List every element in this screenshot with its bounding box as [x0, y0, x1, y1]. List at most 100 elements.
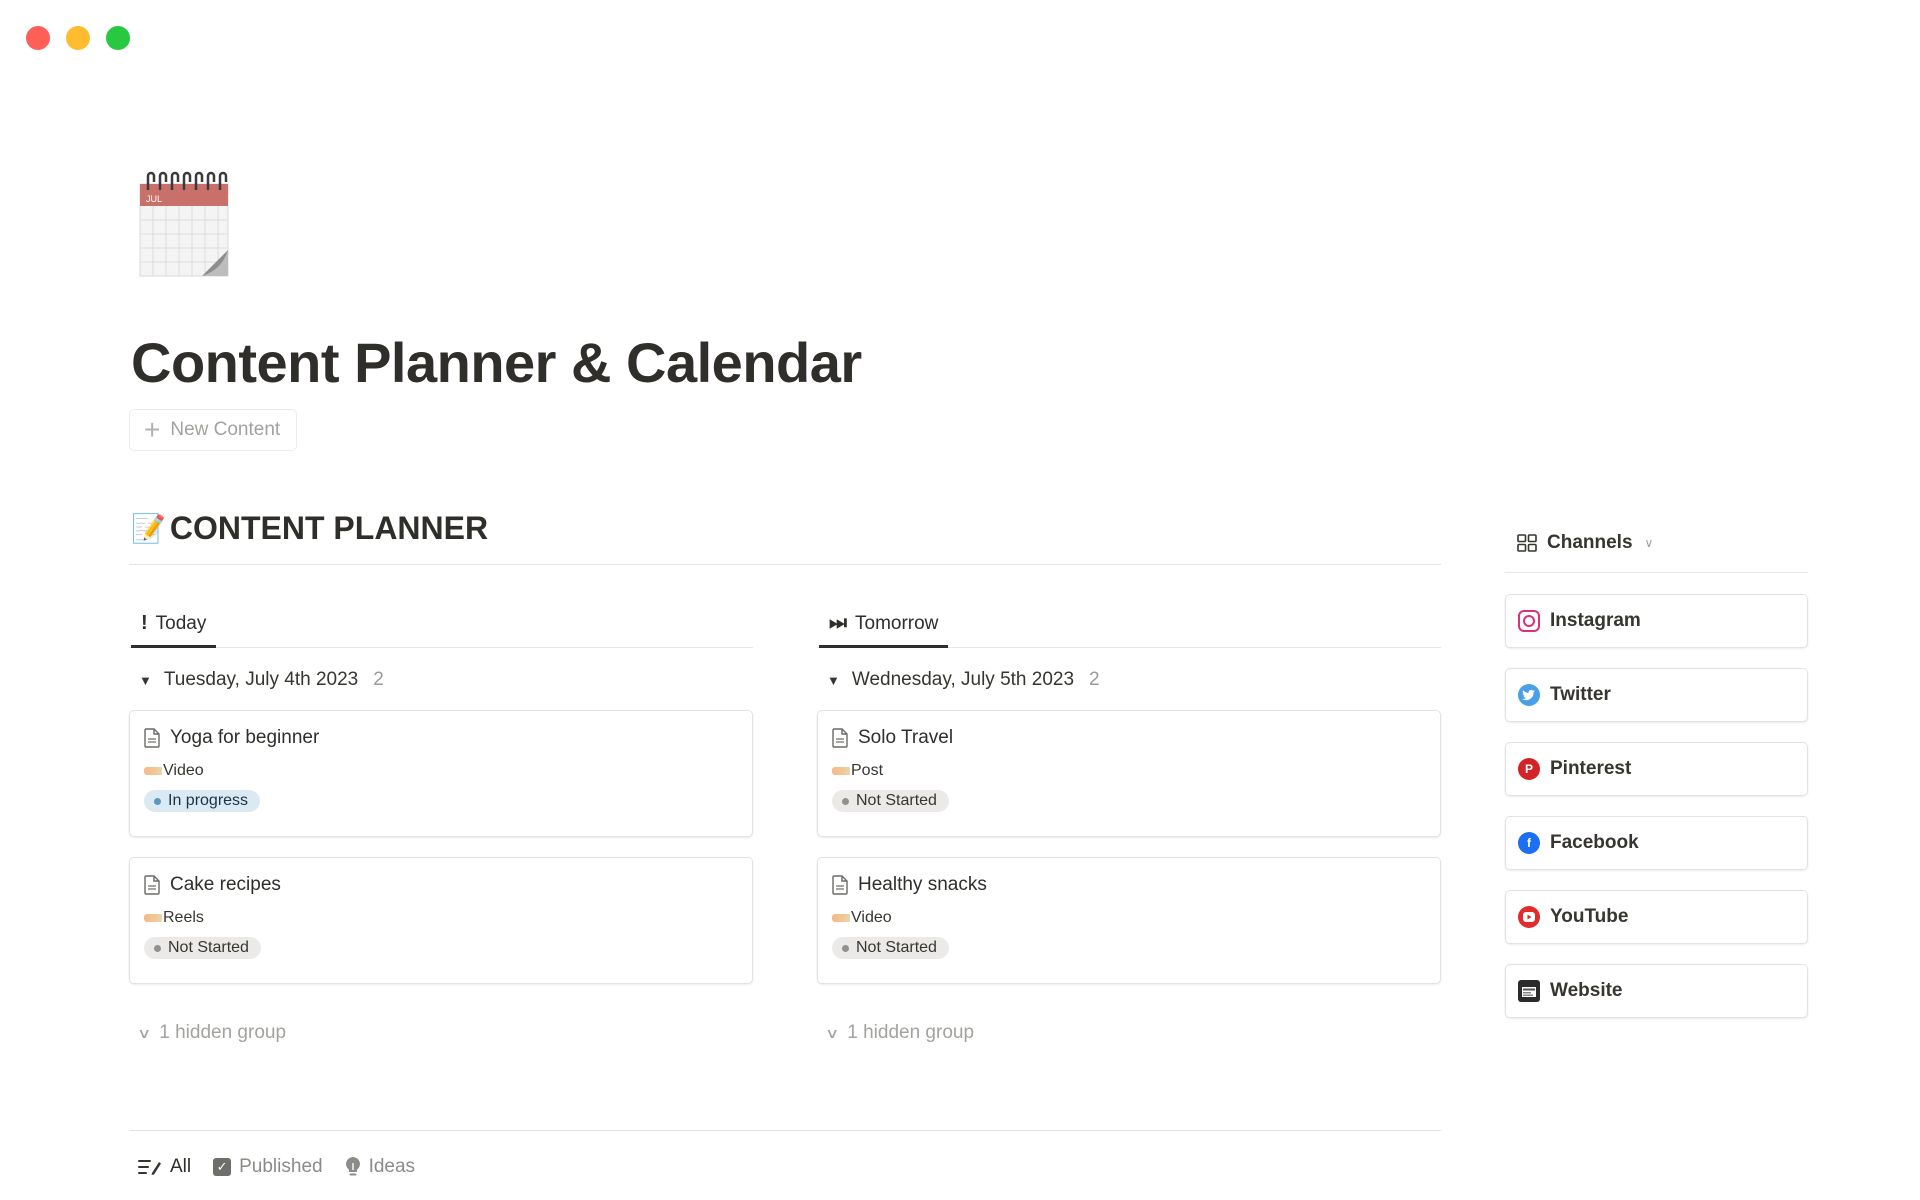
minimize-window-button[interactable]: [66, 26, 90, 50]
status-label: Not Started: [168, 939, 249, 956]
today-board: ! Today ▼ Tuesday, July 4th 2023 2 Yoga …: [129, 602, 753, 1046]
list-edit-icon: [138, 1160, 161, 1175]
tab-label: Ideas: [368, 1156, 416, 1177]
content-card[interactable]: Yoga for beginner Video In progress: [129, 710, 753, 837]
tab-label: All: [170, 1156, 192, 1177]
content-planner-heading-text: CONTENT PLANNER: [169, 510, 489, 546]
content-type: Video: [851, 909, 892, 926]
channel-label: Pinterest: [1550, 758, 1632, 779]
tab-label: Today: [155, 612, 207, 634]
card-title: Healthy snacks: [858, 874, 987, 895]
window-controls: [26, 26, 130, 50]
group-count: 2: [373, 669, 384, 690]
group-count: 2: [1089, 669, 1100, 690]
memo-icon: 📝: [131, 513, 166, 544]
group-date: Wednesday, July 5th 2023: [851, 669, 1075, 690]
channels-gallery: Instagram Twitter P Pinterest f Facebook…: [1505, 594, 1808, 1038]
channels-divider: [1505, 572, 1808, 573]
channel-label: Facebook: [1550, 832, 1639, 853]
hidden-group-toggle[interactable]: ∨ 1 hidden group: [817, 1020, 1441, 1046]
triangle-down-icon[interactable]: ▼: [139, 673, 152, 688]
content-type: Post: [851, 762, 884, 779]
calendar-month-label: JUL: [146, 194, 162, 204]
channel-label: YouTube: [1550, 906, 1629, 927]
new-content-button[interactable]: + New Content: [129, 409, 298, 451]
status-label: In progress: [168, 792, 249, 809]
plus-icon: +: [144, 414, 161, 445]
new-content-label: New Content: [170, 419, 281, 440]
checkbox-icon: ✓: [213, 1158, 232, 1176]
chevron-down-icon: ∨: [1644, 536, 1654, 550]
card-title: Cake recipes: [170, 874, 281, 895]
fast-forward-icon: ⏭: [829, 612, 847, 634]
tomorrow-board: ⏭ Tomorrow ▼ Wednesday, July 5th 2023 2 …: [817, 602, 1441, 1046]
hidden-group-toggle[interactable]: ∨ 1 hidden group: [129, 1020, 753, 1046]
group-header[interactable]: ▼ Wednesday, July 5th 2023 2: [817, 666, 1441, 694]
document-icon: [144, 875, 160, 895]
lightbulb-icon: [345, 1157, 360, 1176]
instagram-icon: [1518, 610, 1540, 632]
exclamation-icon: !: [141, 612, 148, 634]
channel-label: Twitter: [1550, 684, 1611, 705]
tab-published[interactable]: ✓ Published: [213, 1156, 323, 1178]
tab-today[interactable]: ! Today: [131, 602, 217, 648]
hidden-group-label: 1 hidden group: [847, 1022, 975, 1043]
zoom-window-button[interactable]: [106, 26, 130, 50]
document-icon: [832, 875, 848, 895]
chevron-down-icon: ∨: [136, 1024, 152, 1041]
channel-label: Website: [1550, 980, 1623, 1001]
facebook-icon: f: [1518, 832, 1540, 854]
tab-tomorrow[interactable]: ⏭ Tomorrow: [819, 602, 949, 648]
content-type: Reels: [163, 909, 204, 926]
group-header[interactable]: ▼ Tuesday, July 4th 2023 2: [129, 666, 753, 694]
channel-card-instagram[interactable]: Instagram: [1505, 594, 1808, 648]
tab-all[interactable]: All: [138, 1156, 191, 1178]
channel-label: Instagram: [1550, 610, 1641, 631]
tab-ideas[interactable]: Ideas: [345, 1156, 415, 1178]
channel-card-pinterest[interactable]: P Pinterest: [1505, 742, 1808, 796]
close-window-button[interactable]: [26, 26, 50, 50]
document-icon: [832, 728, 848, 748]
channel-card-website[interactable]: Website: [1505, 964, 1808, 1018]
pencil-icon: [144, 767, 162, 775]
channels-view-selector[interactable]: Channels ∨: [1517, 532, 1653, 554]
chevron-down-icon: ∨: [824, 1024, 840, 1041]
hidden-group-label: 1 hidden group: [159, 1022, 287, 1043]
card-title: Solo Travel: [858, 727, 954, 748]
status-badge: In progress: [144, 790, 261, 812]
content-card[interactable]: Cake recipes Reels Not Started: [129, 857, 753, 984]
channels-heading: Channels: [1547, 532, 1633, 553]
twitter-icon: [1518, 684, 1540, 706]
section-divider: [129, 564, 1441, 565]
content-type: Video: [163, 762, 204, 779]
tab-label: Tomorrow: [855, 612, 939, 634]
tab-label: Published: [239, 1156, 323, 1177]
view-tab-bar: ! Today: [129, 602, 753, 648]
bottom-divider: [129, 1130, 1441, 1131]
status-label: Not Started: [856, 939, 937, 956]
channel-card-youtube[interactable]: YouTube: [1505, 890, 1808, 944]
youtube-icon: [1518, 906, 1540, 928]
content-card[interactable]: Solo Travel Post Not Started: [817, 710, 1441, 837]
channel-card-facebook[interactable]: f Facebook: [1505, 816, 1808, 870]
content-planner-heading: 📝 CONTENT PLANNER: [131, 510, 488, 547]
card-title: Yoga for beginner: [170, 727, 320, 748]
gallery-grid-icon: [1517, 534, 1537, 552]
spiral-calendar-icon[interactable]: JUL: [136, 168, 236, 280]
status-badge: Not Started: [144, 937, 261, 959]
pencil-icon: [144, 914, 162, 922]
pinterest-icon: P: [1518, 758, 1540, 780]
status-label: Not Started: [856, 792, 937, 809]
status-badge: Not Started: [832, 937, 949, 959]
page-title[interactable]: Content Planner & Calendar: [131, 330, 862, 395]
content-card[interactable]: Healthy snacks Video Not Started: [817, 857, 1441, 984]
channel-card-twitter[interactable]: Twitter: [1505, 668, 1808, 722]
document-icon: [144, 728, 160, 748]
pencil-icon: [832, 914, 850, 922]
bottom-view-tabs: All ✓ Published Ideas: [138, 1156, 415, 1178]
triangle-down-icon[interactable]: ▼: [827, 673, 840, 688]
group-date: Tuesday, July 4th 2023: [163, 669, 359, 690]
view-tab-bar: ⏭ Tomorrow: [817, 602, 1441, 648]
website-icon: [1518, 980, 1540, 1002]
pencil-icon: [832, 767, 850, 775]
